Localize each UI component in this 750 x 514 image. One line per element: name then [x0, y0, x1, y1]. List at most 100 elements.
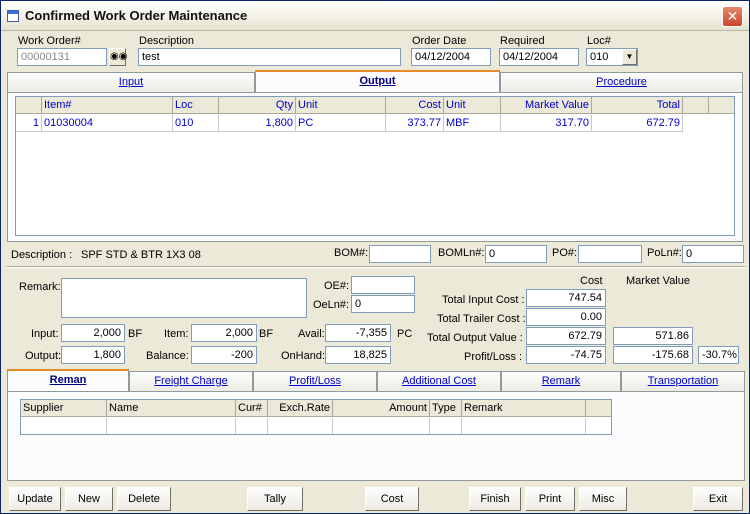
update-button[interactable]: Update	[9, 487, 61, 511]
col-cur-header[interactable]: Cur#	[236, 400, 268, 417]
market-value-header: Market Value	[626, 275, 690, 287]
table-row[interactable]	[21, 418, 611, 434]
output-grid[interactable]: Item# Loc Qty Unit Cost Unit Market Valu…	[15, 96, 735, 236]
output-panel: Item# Loc Qty Unit Cost Unit Market Valu…	[7, 92, 743, 242]
item-description-label: Description :	[11, 249, 73, 261]
avail-field[interactable]: -7,355	[325, 324, 391, 342]
total-output-cost-field[interactable]: 672.79	[526, 327, 606, 345]
profit-loss-percent-field[interactable]: -30.7%	[698, 346, 739, 364]
balance-field[interactable]: -200	[191, 346, 257, 364]
tab-input[interactable]: Input	[7, 72, 255, 92]
new-button[interactable]: New	[65, 487, 113, 511]
amount-cell[interactable]	[333, 418, 430, 434]
supplier-cell[interactable]	[21, 418, 107, 434]
col-remark-header[interactable]: Remark	[462, 400, 586, 417]
col-extra-header	[683, 97, 709, 114]
tab-transportation[interactable]: Transportation	[621, 371, 745, 391]
item-cell[interactable]: 01030004	[42, 115, 173, 132]
total-trailer-cost-field[interactable]: 0.00	[526, 308, 606, 326]
onhand-field[interactable]: 18,825	[325, 346, 391, 364]
unit-cell[interactable]: PC	[296, 115, 386, 132]
col-name-header[interactable]: Name	[107, 400, 236, 417]
tab-output[interactable]: Output	[255, 70, 500, 93]
bomln-label: BOMLn#:	[438, 247, 485, 259]
tally-button[interactable]: Tally	[247, 487, 303, 511]
qty-cell[interactable]: 1,800	[219, 115, 296, 132]
finish-button[interactable]: Finish	[469, 487, 521, 511]
col-type-header[interactable]: Type	[430, 400, 462, 417]
oe-label: OE#:	[324, 280, 350, 292]
bom-field[interactable]	[369, 245, 431, 263]
row-number: 1	[16, 115, 42, 132]
remark-field[interactable]	[61, 278, 307, 318]
window-app-icon	[7, 10, 19, 22]
tab-procedure[interactable]: Procedure	[500, 72, 743, 92]
exch-rate-cell[interactable]	[268, 418, 333, 434]
tab-freight-charge[interactable]: Freight Charge	[129, 371, 253, 391]
type-cell[interactable]	[430, 418, 462, 434]
col-market-value-header[interactable]: Market Value	[501, 97, 592, 114]
input-label: Input:	[31, 328, 59, 340]
col-total-header[interactable]: Total	[592, 97, 683, 114]
market-value-cell[interactable]: 317.70	[501, 115, 592, 132]
profit-loss-cost-field[interactable]: -74.75	[526, 346, 606, 364]
cost-cell[interactable]: 373.77	[386, 115, 444, 132]
col-loc-header[interactable]: Loc	[173, 97, 219, 114]
col-cost-header[interactable]: Cost	[386, 97, 444, 114]
item-qty-label: Item:	[164, 328, 189, 340]
table-row[interactable]: 1 01030004 010 1,800 PC 373.77 MBF 317.7…	[16, 115, 734, 132]
col-amount-header[interactable]: Amount	[333, 400, 430, 417]
loc-select[interactable]: 010 ▼	[586, 48, 638, 66]
binoculars-icon[interactable]: ◉◉	[109, 48, 127, 66]
name-cell[interactable]	[107, 418, 236, 434]
col-item-header[interactable]: Item#	[42, 97, 173, 114]
cost-header: Cost	[580, 275, 603, 287]
print-button[interactable]: Print	[525, 487, 575, 511]
col-exch-rate-header[interactable]: Exch.Rate	[268, 400, 333, 417]
loc-cell[interactable]: 010	[173, 115, 219, 132]
cur-cell[interactable]	[236, 418, 268, 434]
description-field[interactable]: test	[138, 48, 401, 66]
work-order-field[interactable]: 00000131	[17, 48, 107, 66]
item-qty-field[interactable]: 2,000	[191, 324, 257, 342]
profit-loss-label: Profit/Loss :	[464, 351, 523, 363]
reman-grid[interactable]: Supplier Name Cur# Exch.Rate Amount Type…	[20, 399, 612, 435]
col-cost-unit-header[interactable]: Unit	[444, 97, 501, 114]
tab-reman[interactable]: Reman	[7, 369, 129, 392]
col-unit-header[interactable]: Unit	[296, 97, 386, 114]
input-qty-field[interactable]: 2,000	[61, 324, 125, 342]
remark-label: Remark:	[19, 281, 61, 293]
tab-additional-cost[interactable]: Additional Cost	[377, 371, 501, 391]
chevron-down-icon[interactable]: ▼	[622, 49, 637, 65]
item-description-value: SPF STD & BTR 1X3 08	[81, 249, 201, 261]
total-input-cost-field[interactable]: 747.54	[526, 289, 606, 307]
extra-cell	[586, 418, 611, 434]
tab-profit-loss[interactable]: Profit/Loss	[253, 371, 377, 391]
profit-loss-market-field[interactable]: -175.68	[613, 346, 693, 364]
onhand-label: OnHand:	[281, 350, 326, 362]
order-date-field[interactable]: 04/12/2004	[411, 48, 491, 66]
poln-field[interactable]: 0	[682, 245, 744, 263]
required-label: Required	[500, 35, 545, 47]
tab-remark[interactable]: Remark	[501, 371, 621, 391]
description-label: Description	[139, 35, 195, 47]
output-grid-header: Item# Loc Qty Unit Cost Unit Market Valu…	[16, 97, 734, 114]
total-output-market-field[interactable]: 571.86	[613, 327, 693, 345]
total-cell[interactable]: 672.79	[592, 115, 683, 132]
bomln-field[interactable]: 0	[485, 245, 547, 263]
col-qty-header[interactable]: Qty	[219, 97, 296, 114]
po-field[interactable]	[578, 245, 642, 263]
loc-label: Loc#	[587, 35, 611, 47]
oeln-field[interactable]: 0	[351, 295, 415, 313]
col-supplier-header[interactable]: Supplier	[21, 400, 107, 417]
oe-field[interactable]	[351, 276, 415, 294]
misc-button[interactable]: Misc	[579, 487, 627, 511]
exit-button[interactable]: Exit	[693, 487, 743, 511]
cost-button[interactable]: Cost	[365, 487, 419, 511]
close-button[interactable]: ✕	[722, 6, 743, 27]
required-date-field[interactable]: 04/12/2004	[499, 48, 579, 66]
remark-cell[interactable]	[462, 418, 586, 434]
cost-unit-cell[interactable]: MBF	[444, 115, 501, 132]
output-qty-field[interactable]: 1,800	[61, 346, 125, 364]
delete-button[interactable]: Delete	[117, 487, 171, 511]
